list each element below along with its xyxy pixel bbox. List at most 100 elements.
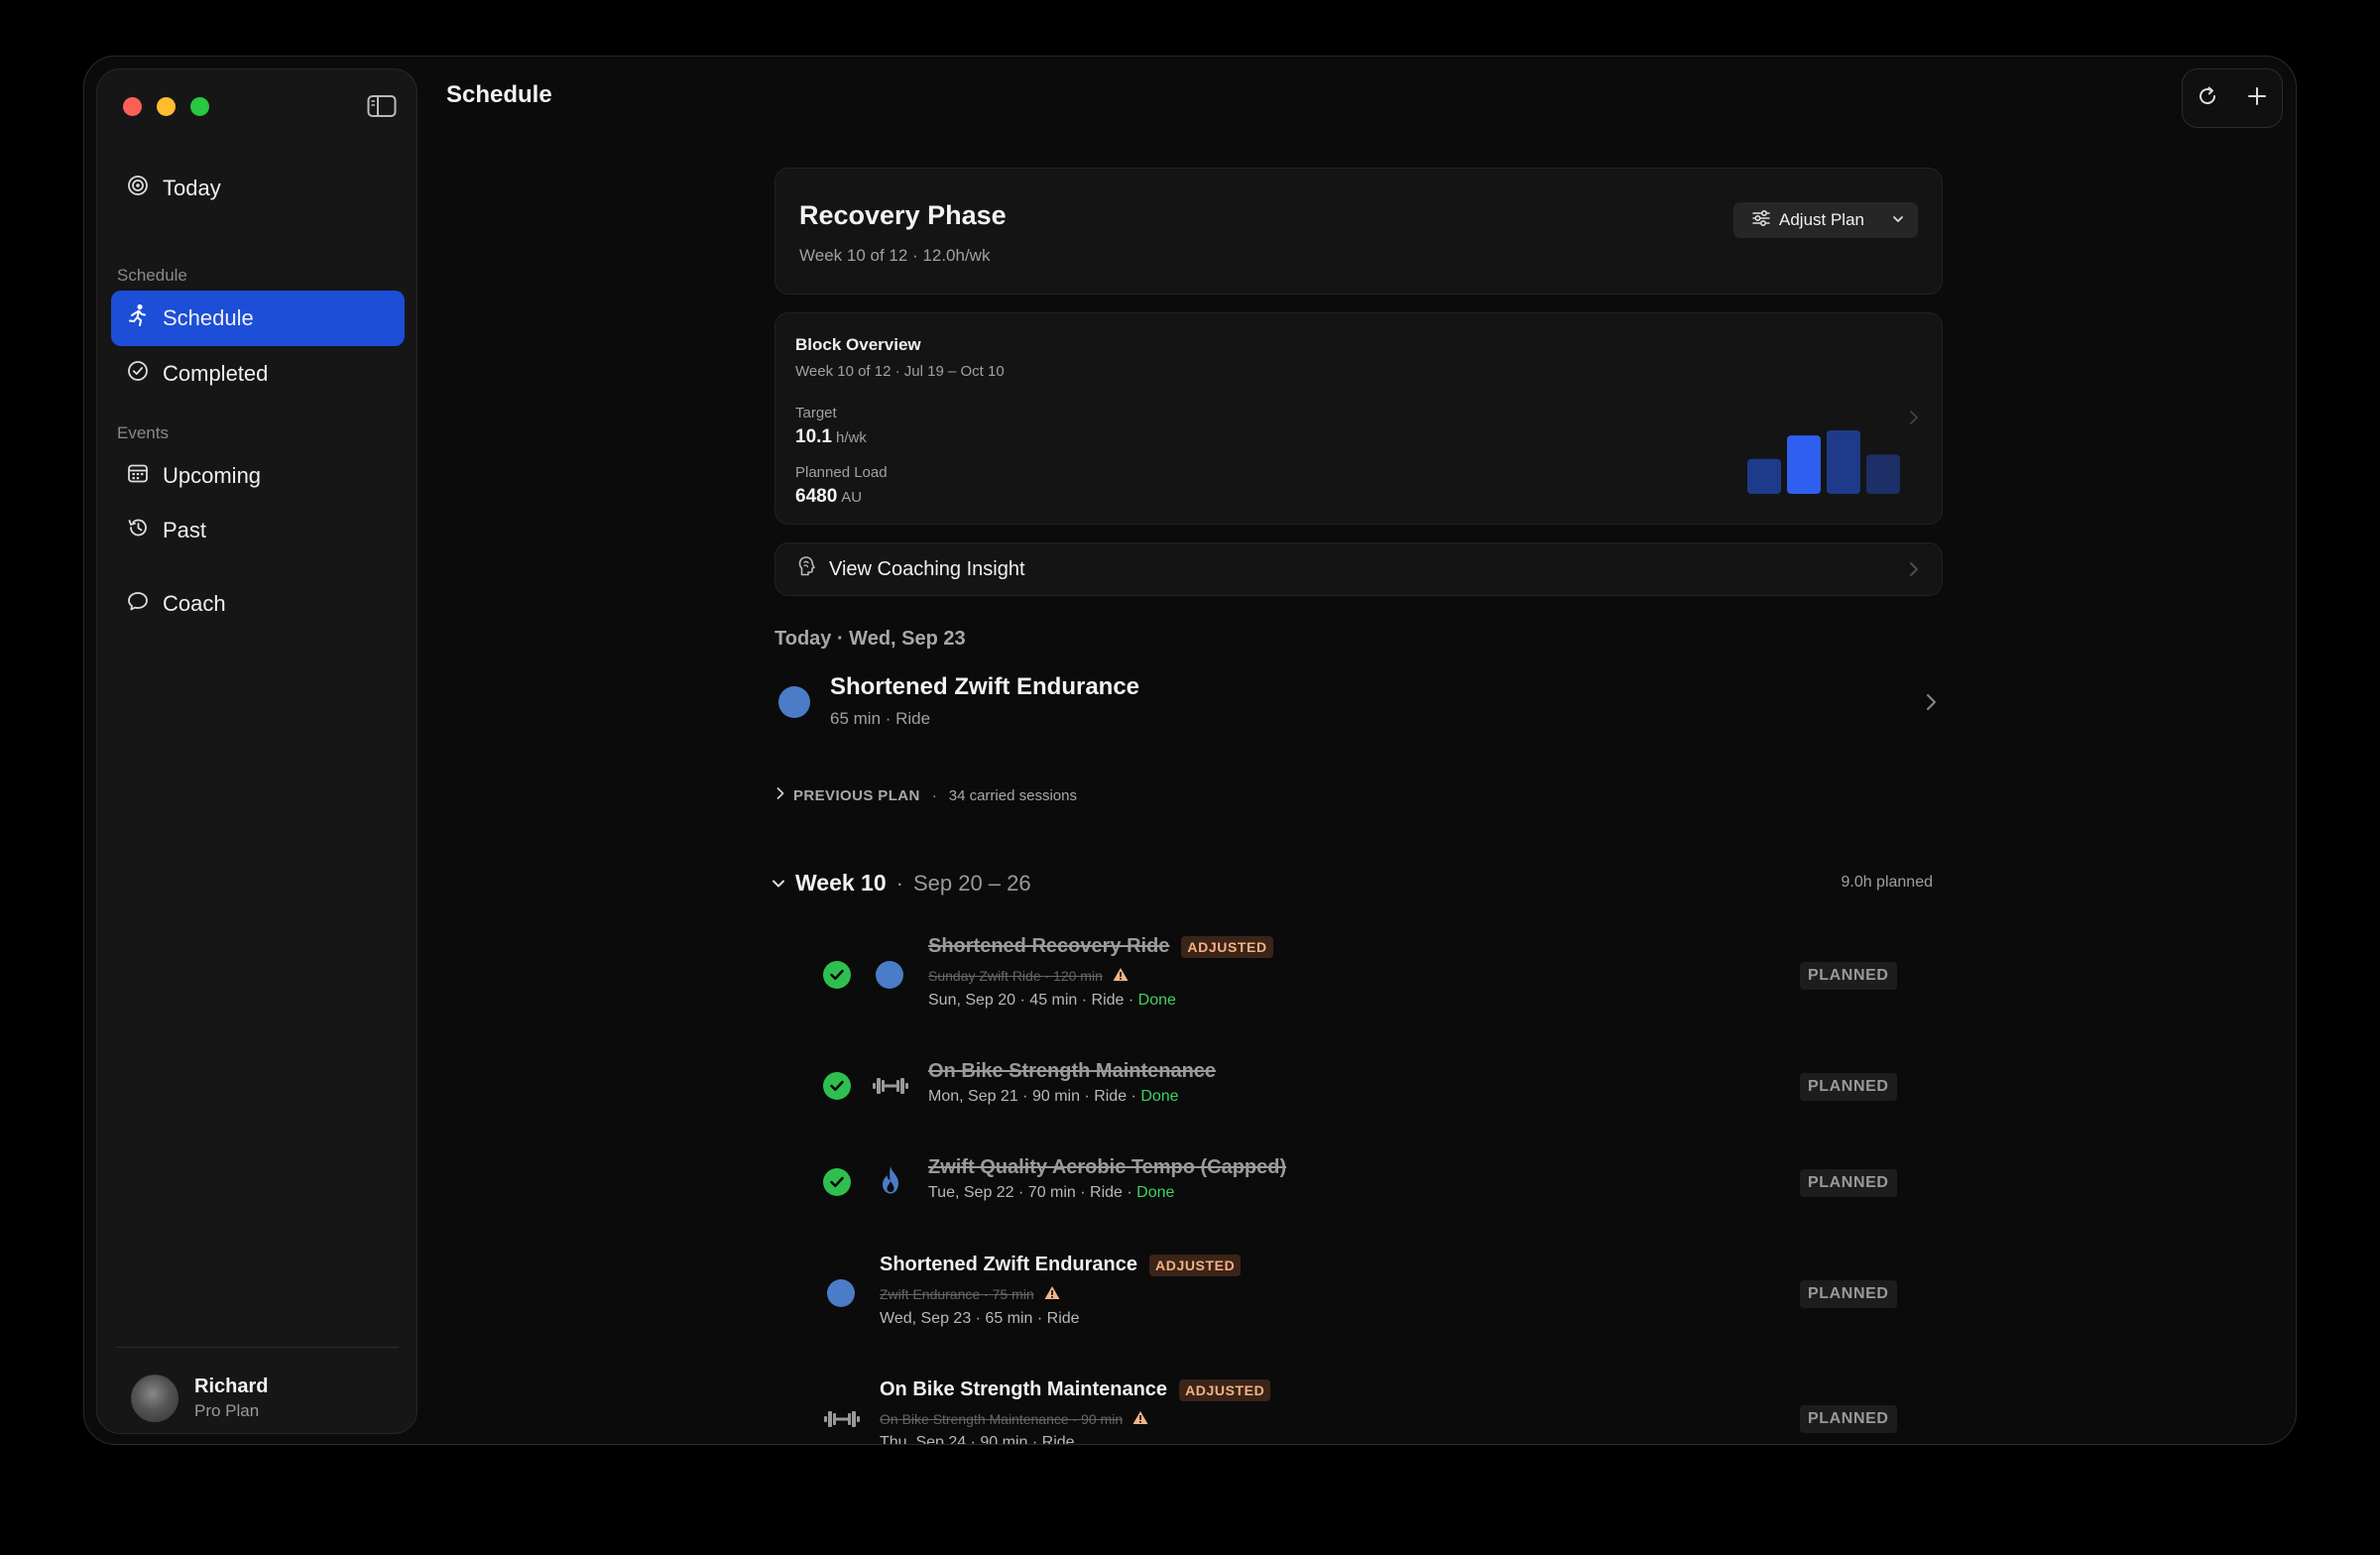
- previous-plan-count: 34 carried sessions: [948, 786, 1077, 804]
- minimize-window-button[interactable]: [157, 97, 176, 116]
- brain-icon: [797, 555, 817, 583]
- week-planned-hours: 9.0h planned: [1841, 874, 1933, 891]
- week-load-bar: [1866, 454, 1900, 494]
- chevron-right-icon[interactable]: [1925, 691, 1939, 718]
- calendar-icon: [127, 462, 149, 490]
- separator: ·: [895, 871, 903, 896]
- page-title: Schedule: [446, 81, 552, 108]
- chevron-right-icon: [1908, 560, 1920, 584]
- chevron-down-icon: [772, 877, 785, 896]
- done-label: Done: [1137, 992, 1176, 1009]
- session-title: On Bike Strength Maintenance ADJUSTED: [880, 1378, 1271, 1401]
- app-window: Today Schedule Schedule Completed Events…: [83, 56, 2297, 1445]
- separator: ·: [931, 786, 937, 804]
- status-badge: PLANNED: [1800, 1280, 1897, 1308]
- session-original: Zwift Endurance · 75 min: [880, 1285, 1060, 1303]
- session-title: Shortened Zwift Endurance ADJUSTED: [880, 1254, 1242, 1276]
- session-original-text: On Bike Strength Maintenance · 90 min: [880, 1411, 1124, 1427]
- user-plan: Pro Plan: [194, 1401, 260, 1420]
- session-title-text: On Bike Strength Maintenance: [928, 1060, 1217, 1082]
- planned-load-label: Planned Load: [795, 464, 888, 481]
- sidebar-item-label: Completed: [163, 361, 269, 386]
- chevron-right-icon: [775, 786, 785, 804]
- target-value: 10.1 h/wk: [795, 426, 867, 448]
- today-session-title[interactable]: Shortened Zwift Endurance: [830, 673, 1139, 701]
- user-name: Richard: [194, 1376, 269, 1397]
- session-meta-text: Tue, Sep 22 · 70 min · Ride: [928, 1184, 1123, 1201]
- adjust-plan-button[interactable]: Adjust Plan: [1733, 202, 1918, 238]
- adjusted-badge: ADJUSTED: [1179, 1378, 1271, 1401]
- sidebar-section-events: Events: [117, 423, 169, 442]
- target-unit: h/wk: [835, 429, 867, 446]
- target-label: Target: [795, 405, 837, 421]
- session-meta: Wed, Sep 23 · 65 min · Ride: [880, 1310, 1080, 1327]
- week-header[interactable]: Week 10 · Sep 20 – 26: [772, 870, 1031, 897]
- sidebar-item-upcoming[interactable]: Upcoming: [111, 448, 405, 504]
- ride-dot-icon: [827, 1279, 855, 1307]
- adjust-plan-label: Adjust Plan: [1779, 210, 1864, 229]
- today-heading: Today · Wed, Sep 23: [774, 628, 966, 650]
- add-icon[interactable]: [2245, 84, 2269, 113]
- done-label: Done: [1140, 1088, 1179, 1105]
- phase-card: Recovery Phase Week 10 of 12 · 12.0h/wk …: [774, 168, 1943, 295]
- sidebar-item-schedule[interactable]: Schedule: [111, 291, 405, 346]
- warning-icon: [1044, 1285, 1060, 1303]
- status-badge: PLANNED: [1800, 1169, 1897, 1197]
- session-title: On Bike Strength Maintenance: [928, 1060, 1216, 1083]
- block-overview-card[interactable]: Block Overview Week 10 of 12 · Jul 19 – …: [774, 312, 1943, 525]
- check-icon: [823, 1168, 851, 1196]
- sidebar-item-label: Today: [163, 176, 221, 200]
- session-title: Zwift Quality Aerobic Tempo (Capped): [928, 1156, 1286, 1179]
- close-window-button[interactable]: [123, 97, 142, 116]
- coaching-insight-row[interactable]: View Coaching Insight: [774, 542, 1943, 596]
- session-original-text: Zwift Endurance · 75 min: [880, 1286, 1034, 1302]
- done-label: Done: [1136, 1184, 1175, 1201]
- refresh-icon[interactable]: [2196, 84, 2219, 113]
- flame-icon: [880, 1165, 901, 1195]
- status-badge: PLANNED: [1800, 962, 1897, 990]
- block-overview-title: Block Overview: [795, 335, 921, 354]
- session-title-text: Shortened Recovery Ride: [928, 935, 1170, 957]
- week-load-bar: [1827, 430, 1860, 494]
- sidebar-item-label: Past: [163, 518, 207, 542]
- week-name: Week 10: [795, 870, 887, 896]
- session-original: On Bike Strength Maintenance · 90 min: [880, 1410, 1148, 1428]
- sidebar-toggle-icon[interactable]: [367, 94, 397, 123]
- check-icon: [823, 961, 851, 989]
- target-icon: [127, 175, 149, 202]
- status-badge: PLANNED: [1800, 1405, 1897, 1433]
- sidebar-item-today[interactable]: Today: [111, 161, 405, 216]
- check-icon: [823, 1072, 851, 1100]
- session-meta: Tue, Sep 22 · 70 min · Ride · Done: [928, 1184, 1175, 1201]
- planned-load-unit: AU: [841, 489, 863, 506]
- session-title: Shortened Recovery Ride ADJUSTED: [928, 935, 1273, 958]
- zoom-window-button[interactable]: [190, 97, 209, 116]
- session-original-text: Sunday Zwift Ride · 120 min: [928, 968, 1103, 984]
- chevron-right-icon: [1908, 409, 1920, 431]
- sidebar-item-label: Coach: [163, 591, 226, 616]
- sidebar-item-label: Upcoming: [163, 463, 262, 488]
- sidebar-item-coach[interactable]: Coach: [111, 576, 405, 632]
- previous-plan-toggle[interactable]: PREVIOUS PLAN · 34 carried sessions: [775, 786, 1077, 804]
- week-load-bar: [1787, 435, 1821, 494]
- week-load-bar: [1747, 458, 1781, 494]
- week-dates: Sep 20 – 26: [912, 871, 1031, 896]
- history-icon: [127, 517, 149, 544]
- week-load-chart: [1747, 430, 1900, 494]
- ride-dot-icon: [778, 686, 810, 718]
- status-badge: PLANNED: [1800, 1073, 1897, 1101]
- sidebar-item-past[interactable]: Past: [111, 503, 405, 558]
- session-title-text: Zwift Quality Aerobic Tempo (Capped): [928, 1156, 1287, 1178]
- session-meta-text: Sun, Sep 20 · 45 min · Ride: [928, 992, 1125, 1009]
- dumbbell-icon: [824, 1409, 860, 1429]
- sidebar: Today Schedule Schedule Completed Events…: [96, 68, 417, 1434]
- sidebar-item-completed[interactable]: Completed: [111, 346, 405, 402]
- sliders-icon: [1751, 209, 1771, 232]
- sidebar-section-schedule: Schedule: [117, 266, 187, 285]
- phase-title: Recovery Phase: [799, 200, 1007, 230]
- session-title-text: On Bike Strength Maintenance: [880, 1378, 1168, 1400]
- warning-icon: [1113, 967, 1129, 985]
- session-original: Sunday Zwift Ride · 120 min: [928, 967, 1129, 985]
- avatar: [131, 1375, 178, 1422]
- user-profile[interactable]: Richard Pro Plan: [131, 1375, 268, 1422]
